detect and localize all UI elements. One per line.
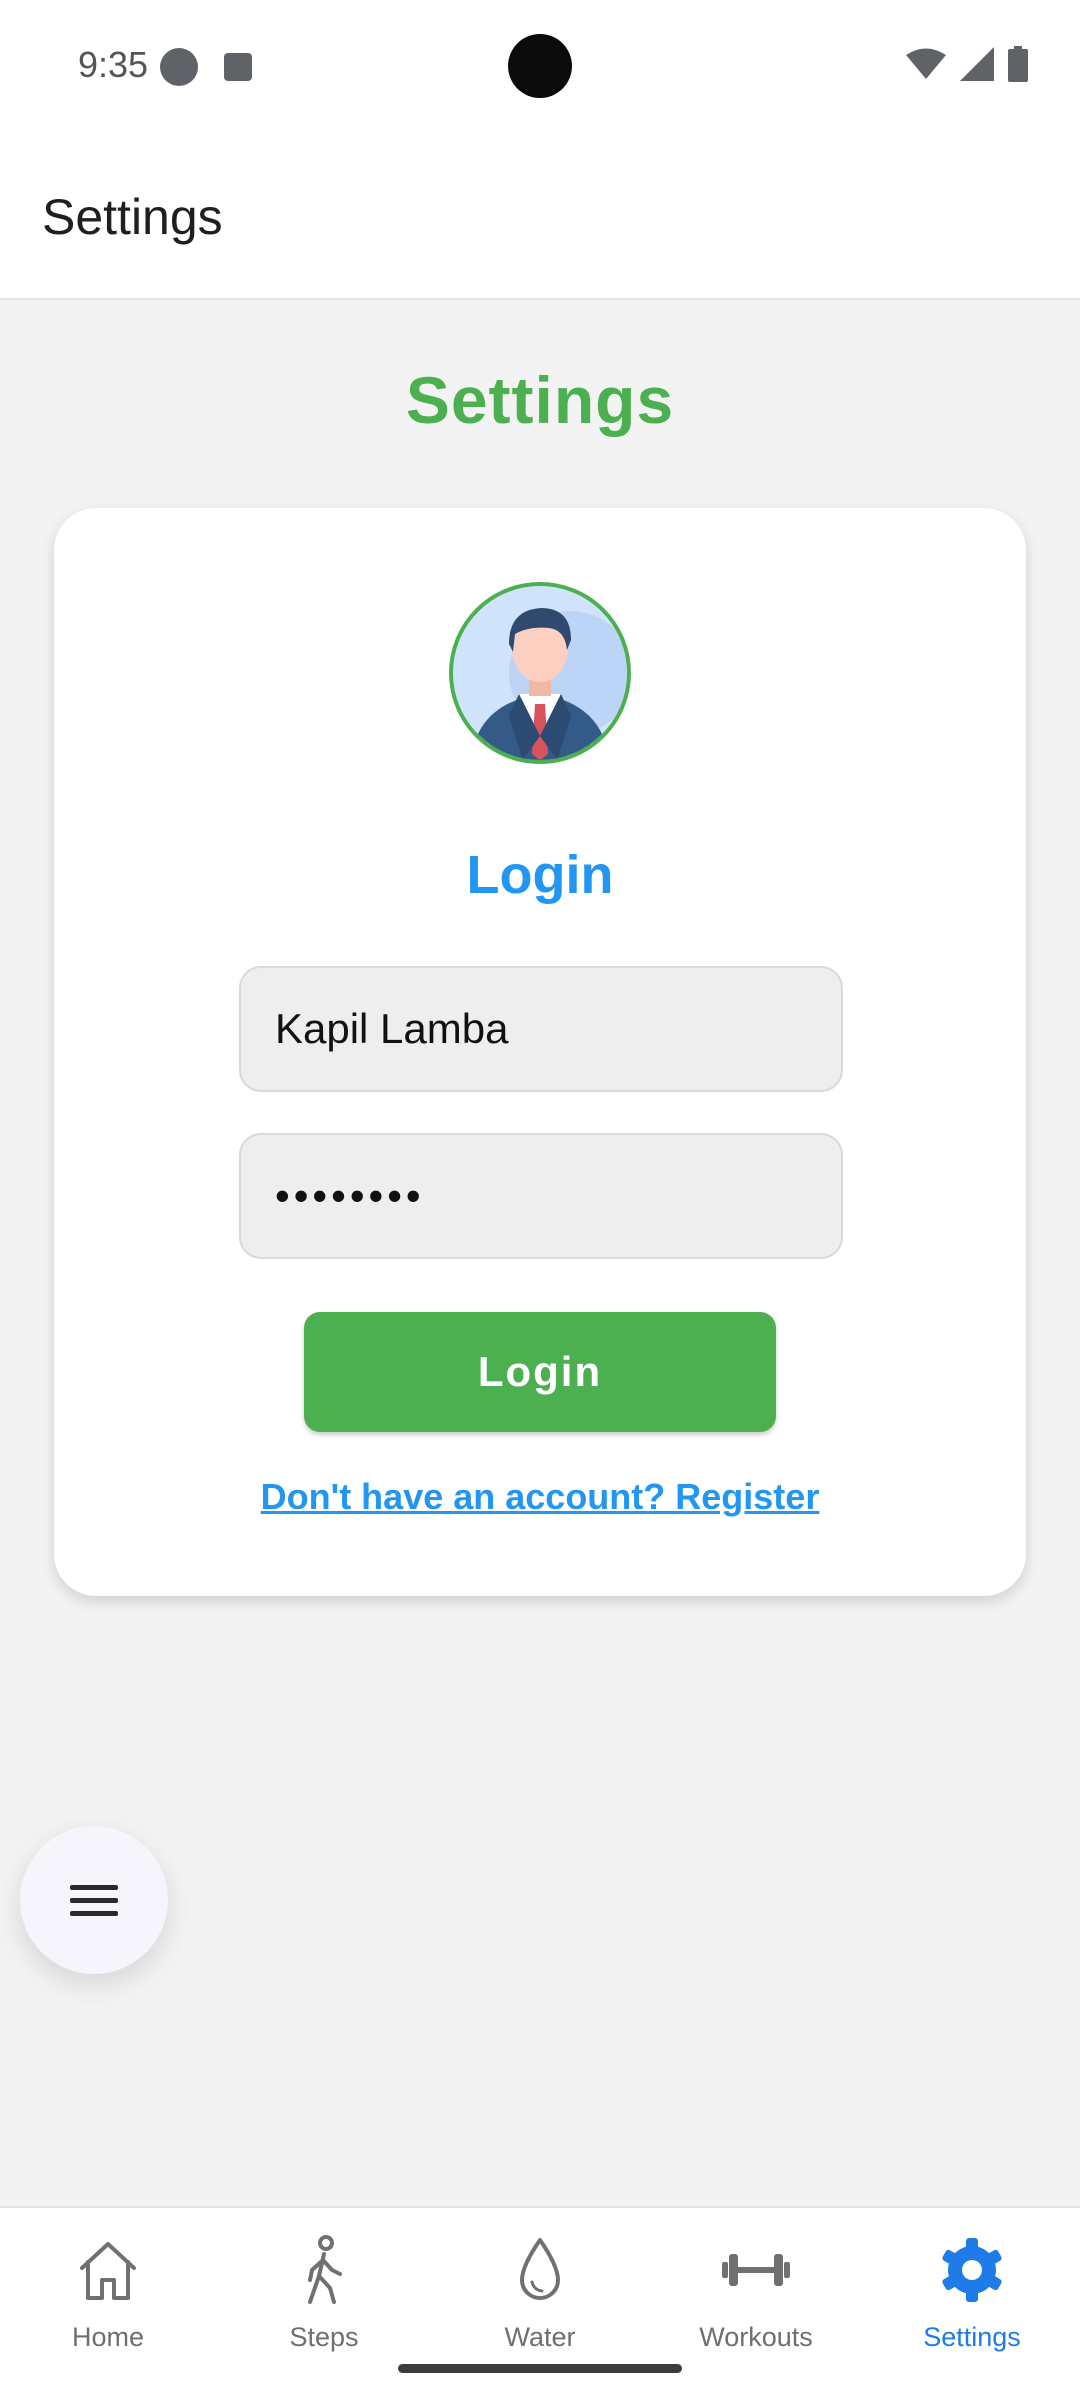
login-card: Login Login Don't have an account? Regis… — [54, 508, 1026, 1596]
app-bar: Settings — [0, 130, 1080, 300]
page-heading: Settings — [405, 363, 675, 437]
status-indicators — [906, 46, 1028, 82]
nav-item-home[interactable]: Home — [0, 2226, 216, 2376]
dumbbell-icon — [722, 2254, 790, 2286]
login-heading: Login — [466, 845, 614, 905]
gear-icon — [942, 2238, 1002, 2302]
nav-item-workouts[interactable]: Workouts — [648, 2226, 864, 2376]
nav-label-home: Home — [71, 2322, 145, 2352]
app-bar-title: Settings — [42, 189, 223, 245]
cellular-signal-icon — [960, 47, 994, 81]
avatar — [449, 582, 631, 764]
user-avatar-icon — [453, 586, 627, 760]
register-link[interactable]: Don't have an account? Register — [54, 1476, 1026, 1518]
home-indicator[interactable] — [398, 2364, 682, 2373]
nav-item-steps[interactable]: Steps — [216, 2226, 432, 2376]
nav-item-settings[interactable]: Settings — [864, 2226, 1080, 2376]
nav-label-workouts: Workouts — [699, 2322, 813, 2352]
password-input[interactable] — [239, 1133, 843, 1259]
menu-fab-button[interactable] — [20, 1826, 168, 1974]
camera-cutout — [508, 34, 572, 98]
keyboard-notification-icon — [224, 53, 252, 81]
username-input[interactable] — [239, 966, 843, 1092]
battery-icon — [1008, 46, 1028, 82]
login-button[interactable]: Login — [304, 1312, 776, 1432]
nav-label-water: Water — [504, 2322, 576, 2352]
status-bar: 9:35 — [0, 0, 1080, 130]
app-notification-icon — [160, 48, 198, 86]
nav-label-steps: Steps — [289, 2322, 359, 2352]
nav-label-settings: Settings — [923, 2322, 1021, 2352]
wifi-icon — [906, 48, 946, 79]
status-time: 9:35 — [78, 44, 149, 85]
walking-icon — [308, 2235, 342, 2304]
nav-item-water[interactable]: Water — [432, 2226, 648, 2376]
menu-icon — [70, 1885, 118, 1916]
home-icon — [80, 2242, 136, 2300]
water-drop-icon — [520, 2238, 560, 2300]
